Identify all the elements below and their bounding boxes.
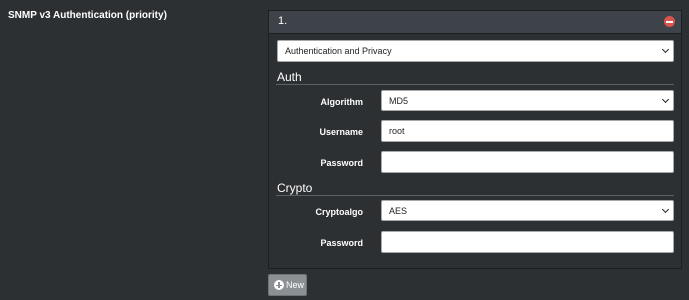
- crypto-divider: [276, 195, 674, 196]
- new-entry-button[interactable]: New: [268, 274, 307, 296]
- security-mode-select[interactable]: Authentication and Privacy: [277, 40, 674, 62]
- crypto-password-label: Password: [320, 238, 363, 248]
- chevron-down-icon: [661, 95, 670, 104]
- chevron-down-icon: [661, 45, 670, 54]
- cryptoalgo-select[interactable]: AES: [381, 200, 674, 221]
- minus-circle-icon[interactable]: [664, 16, 675, 27]
- plus-circle-icon: [274, 280, 284, 290]
- crypto-password-field[interactable]: [381, 231, 674, 253]
- algorithm-label: Algorithm: [320, 97, 364, 107]
- username-label: Username: [319, 127, 363, 137]
- crypto-heading: Crypto: [277, 181, 313, 195]
- algorithm-select[interactable]: MD5: [381, 90, 674, 111]
- cryptoalgo-label: Cryptoalgo: [315, 207, 363, 217]
- algorithm-value: MD5: [389, 96, 409, 106]
- entry-index: 1.: [278, 15, 288, 27]
- auth-divider: [276, 84, 674, 85]
- security-mode-value: Authentication and Privacy: [285, 46, 392, 56]
- username-field[interactable]: root: [381, 120, 674, 142]
- auth-password-label: Password: [320, 158, 363, 168]
- chevron-down-icon: [661, 205, 670, 214]
- panel-header: 1.: [269, 11, 681, 34]
- new-button-label: New: [286, 280, 305, 290]
- auth-heading: Auth: [277, 70, 302, 84]
- username-value: root: [389, 126, 405, 136]
- auth-password-field[interactable]: [381, 151, 674, 173]
- cryptoalgo-value: AES: [389, 206, 408, 216]
- section-label: SNMP v3 Authentication (priority): [8, 10, 167, 21]
